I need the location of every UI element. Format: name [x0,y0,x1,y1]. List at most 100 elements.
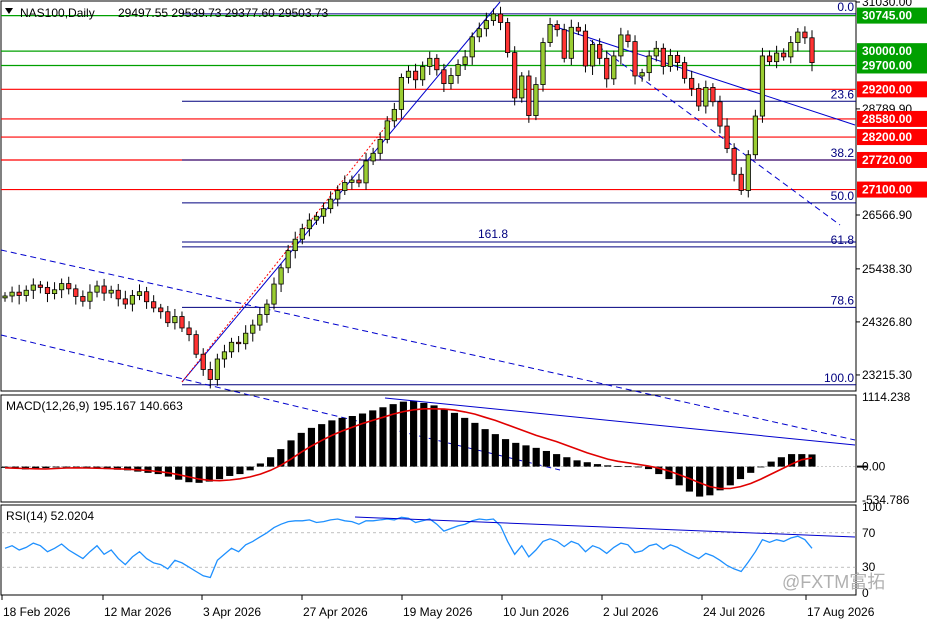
candle-body [412,70,419,81]
macd-histogram-bar [634,466,642,468]
candle-body [752,115,758,156]
candle-body [653,47,659,57]
candle-body [285,250,291,269]
price-axis-label: 25438.30 [862,262,912,276]
candle-body [391,108,397,122]
macd-histogram-bar [185,466,193,483]
candle-body [143,291,150,303]
rsi-pane[interactable] [0,504,857,596]
macd-histogram-bar [42,466,50,469]
price-level-label: 30000.00 [862,44,912,58]
fib-label: 100.0 [824,371,854,385]
candle-body [264,303,270,315]
watermark: @FXTM富拓 [782,572,885,592]
candle-body [434,57,440,71]
macd-histogram-bar [593,464,602,467]
candle-body [660,47,666,67]
fib-label: 50.0 [831,189,855,203]
candle-body [441,69,447,85]
candle-body [405,70,412,78]
macd-histogram-bar [338,417,346,467]
candle-body [483,20,489,30]
candle-body [646,55,652,74]
macd-histogram-bar [420,402,428,467]
candle-body [30,284,36,291]
fib-extension-label: 161.8 [478,227,508,241]
candle-body [681,62,688,79]
candle-body [589,44,596,67]
price-level-label: 28580.00 [862,112,912,126]
fib-label: 0.0 [837,0,854,14]
candle-body [809,37,815,64]
candle-body [731,148,737,175]
candle-body [108,289,114,294]
candle-body [759,55,766,117]
candle-body [335,190,341,200]
candle-body [271,283,277,305]
macd-histogram-bar [430,405,438,467]
candle-body [16,291,22,296]
macd-histogram-bar [297,432,305,467]
candle-body [320,208,327,217]
ohlc-readout: 29497.55 29539.73 29377.60 29503.73 [118,6,329,20]
candle-body [377,139,383,154]
candle-body [243,332,249,345]
candle-body [207,369,213,380]
candle-body [788,42,794,58]
macd-histogram-bar [736,466,745,480]
candle-body [455,64,461,76]
trading-chart[interactable]: 0.023.638.250.061.878.6100.0 31030.00287… [0,0,936,624]
macd-histogram-bar [726,466,734,486]
candle-body [547,24,553,43]
candle-body [745,154,751,191]
price-axis-label: 26566.90 [862,208,912,222]
macd-histogram-bar [777,457,785,467]
macd-histogram-bar [614,465,622,467]
candle-body [384,120,390,140]
candle-body [158,307,164,313]
macd-histogram-bar [583,462,591,467]
price-level-label: 29200.00 [862,82,912,96]
candle-body [299,228,305,240]
candle-body [724,125,730,149]
candle-body [342,181,348,191]
macd-histogram-bar [563,457,571,467]
candle-body [526,75,532,116]
candle-body [94,285,100,293]
macd-histogram-bar [501,439,510,467]
candle-body [172,316,178,324]
price-level-label: 27720.00 [862,153,912,167]
date-axis-label: 18 Feb 2026 [3,605,71,619]
macd-histogram-bar [461,417,469,467]
candle-body [696,87,702,107]
candle-body [151,301,157,309]
candle-body [115,289,121,300]
candle-body [37,284,43,288]
candle-body [604,57,610,80]
candle-body [505,22,511,53]
macd-histogram-bar [175,466,183,480]
candle-body [9,291,15,297]
macd-histogram-bar [164,466,173,477]
macd-histogram-bar [195,466,203,483]
symbol-title: NAS100,Daily [20,6,95,20]
macd-histogram-bar [287,440,295,467]
fib-label: 78.6 [831,293,855,307]
candle-body [476,28,482,38]
candle-body [214,358,220,380]
date-axis-label: 24 Jul 2026 [703,605,765,619]
candle-body [448,75,454,85]
macd-histogram-bar [532,447,540,467]
macd-histogram-bar [716,466,724,491]
macd-histogram-bar [318,424,326,467]
macd-histogram-bar [154,466,162,475]
macd-current-marker [857,465,867,468]
candle-body [632,41,638,77]
candle-body [533,84,539,116]
price-level-label: 30745.00 [862,9,912,23]
macd-histogram-bar [767,461,775,467]
candle-body [2,295,8,299]
rsi-title: RSI(14) 52.0204 [6,509,94,523]
candle-body [51,289,58,294]
price-axis-label: 24326.80 [862,315,912,329]
